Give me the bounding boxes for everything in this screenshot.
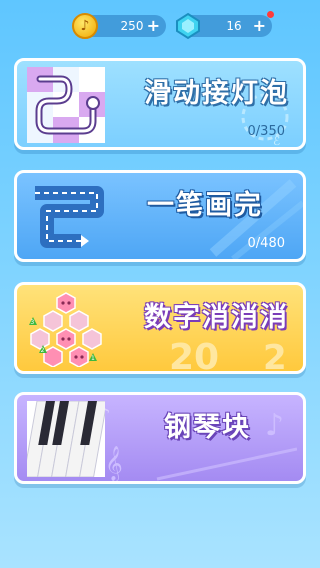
svg-text:2: 2 [263, 338, 287, 373]
game-title-one-stroke: 一笔画完 [147, 190, 263, 221]
game-card-number-match[interactable]: 20 2 3 2 1 数字消消消 [14, 282, 306, 374]
game-title-piano-tiles: 钢琴块 [164, 412, 251, 443]
hexagon-puzzle-thumbnail: 3 2 1 [29, 292, 102, 367]
numbers-decoration-icon: 20 2 [169, 337, 287, 373]
one-stroke-thumbnail [35, 186, 104, 248]
game-progress-bulbs: 0/350 [247, 124, 285, 139]
add-coins-button[interactable]: + [147, 15, 160, 37]
svg-text:𝄞: 𝄞 [105, 446, 123, 481]
game-title-bulbs: 滑动接灯泡 [144, 78, 289, 109]
svg-text:♪: ♪ [265, 408, 284, 443]
hex-number-1: 1 [91, 355, 95, 362]
game-card-piano-tiles[interactable]: ♪ 𝄞 ♪ 钢琴块 [14, 392, 306, 484]
currency-bar: 250 + ♪ 16 + [0, 10, 320, 40]
pipe-puzzle-thumbnail [27, 67, 105, 143]
add-gems-button[interactable]: + [253, 15, 266, 37]
hex-number-2: 2 [41, 347, 45, 354]
coin-icon: ♪ [72, 13, 98, 39]
gem-count: 16 [226, 19, 242, 33]
game-card-one-stroke[interactable]: 一笔画完 0/480 [14, 170, 306, 262]
game-progress-one-stroke: 0/480 [247, 236, 285, 251]
game-title-number-match: 数字消消消 [144, 302, 289, 333]
notification-dot [267, 11, 274, 18]
gem-icon [176, 12, 200, 40]
game-card-bulbs[interactable]: ℰ 滑动接灯泡 0/350 [14, 58, 306, 150]
piano-keys-thumbnail [27, 401, 105, 477]
hex-number-3: 3 [30, 319, 34, 326]
svg-text:20: 20 [169, 337, 219, 373]
